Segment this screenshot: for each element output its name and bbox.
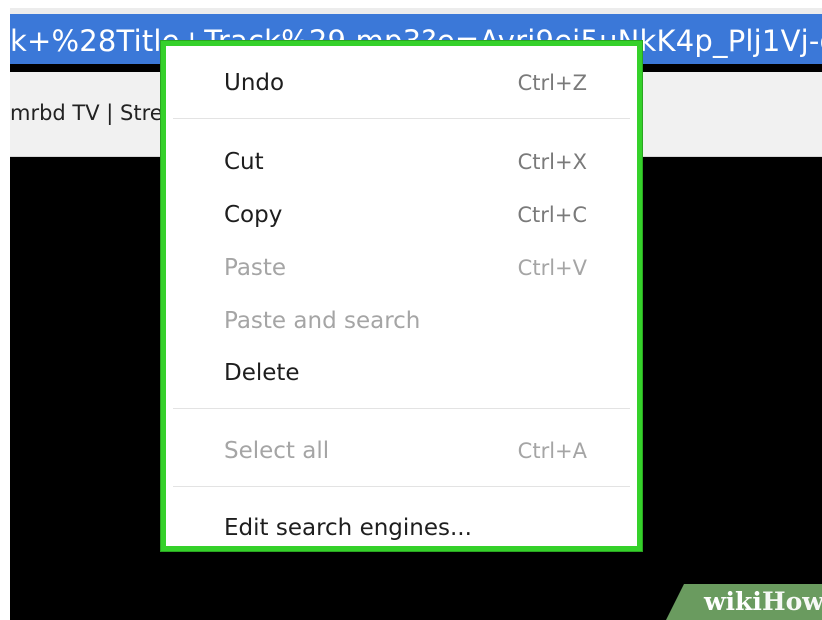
menu-item-label: Edit search engines...	[224, 515, 472, 541]
menu-item-label: Delete	[224, 360, 300, 386]
menu-item-copy[interactable]: Copy Ctrl+C	[166, 192, 637, 236]
wikihow-watermark: wiki How	[666, 584, 822, 620]
menu-item-label: Select all	[224, 438, 330, 464]
menu-item-shortcut: Ctrl+C	[517, 203, 587, 227]
context-menu: Undo Ctrl+Z Cut Ctrl+X Copy Ctrl+C Paste…	[161, 41, 642, 551]
watermark-how-text: How	[762, 587, 822, 616]
menu-item-undo[interactable]: Undo Ctrl+Z	[166, 60, 637, 104]
menu-item-shortcut: Ctrl+X	[517, 150, 587, 174]
watermark-wiki-text: wiki	[704, 587, 762, 616]
menu-item-edit-search-engines[interactable]: Edit search engines...	[166, 505, 637, 549]
menu-item-delete[interactable]: Delete	[166, 350, 637, 394]
menu-item-shortcut: Ctrl+Z	[517, 71, 587, 95]
menu-item-label: Undo	[224, 70, 285, 96]
menu-separator	[173, 408, 630, 409]
menu-item-shortcut: Ctrl+A	[517, 439, 587, 463]
tab-title[interactable]: mrbd TV | Stre	[10, 100, 163, 126]
menu-item-shortcut: Ctrl+V	[517, 256, 587, 280]
menu-item-label: Paste	[224, 255, 287, 281]
menu-item-cut[interactable]: Cut Ctrl+X	[166, 139, 637, 183]
menu-item-paste-and-search: Paste and search	[166, 298, 637, 342]
menu-separator	[173, 118, 630, 119]
menu-item-label: Copy	[224, 202, 283, 228]
menu-item-paste: Paste Ctrl+V	[166, 245, 637, 289]
menu-separator	[173, 486, 630, 487]
menu-item-select-all: Select all Ctrl+A	[166, 428, 637, 472]
menu-item-label: Cut	[224, 149, 264, 175]
menu-item-label: Paste and search	[224, 308, 421, 334]
